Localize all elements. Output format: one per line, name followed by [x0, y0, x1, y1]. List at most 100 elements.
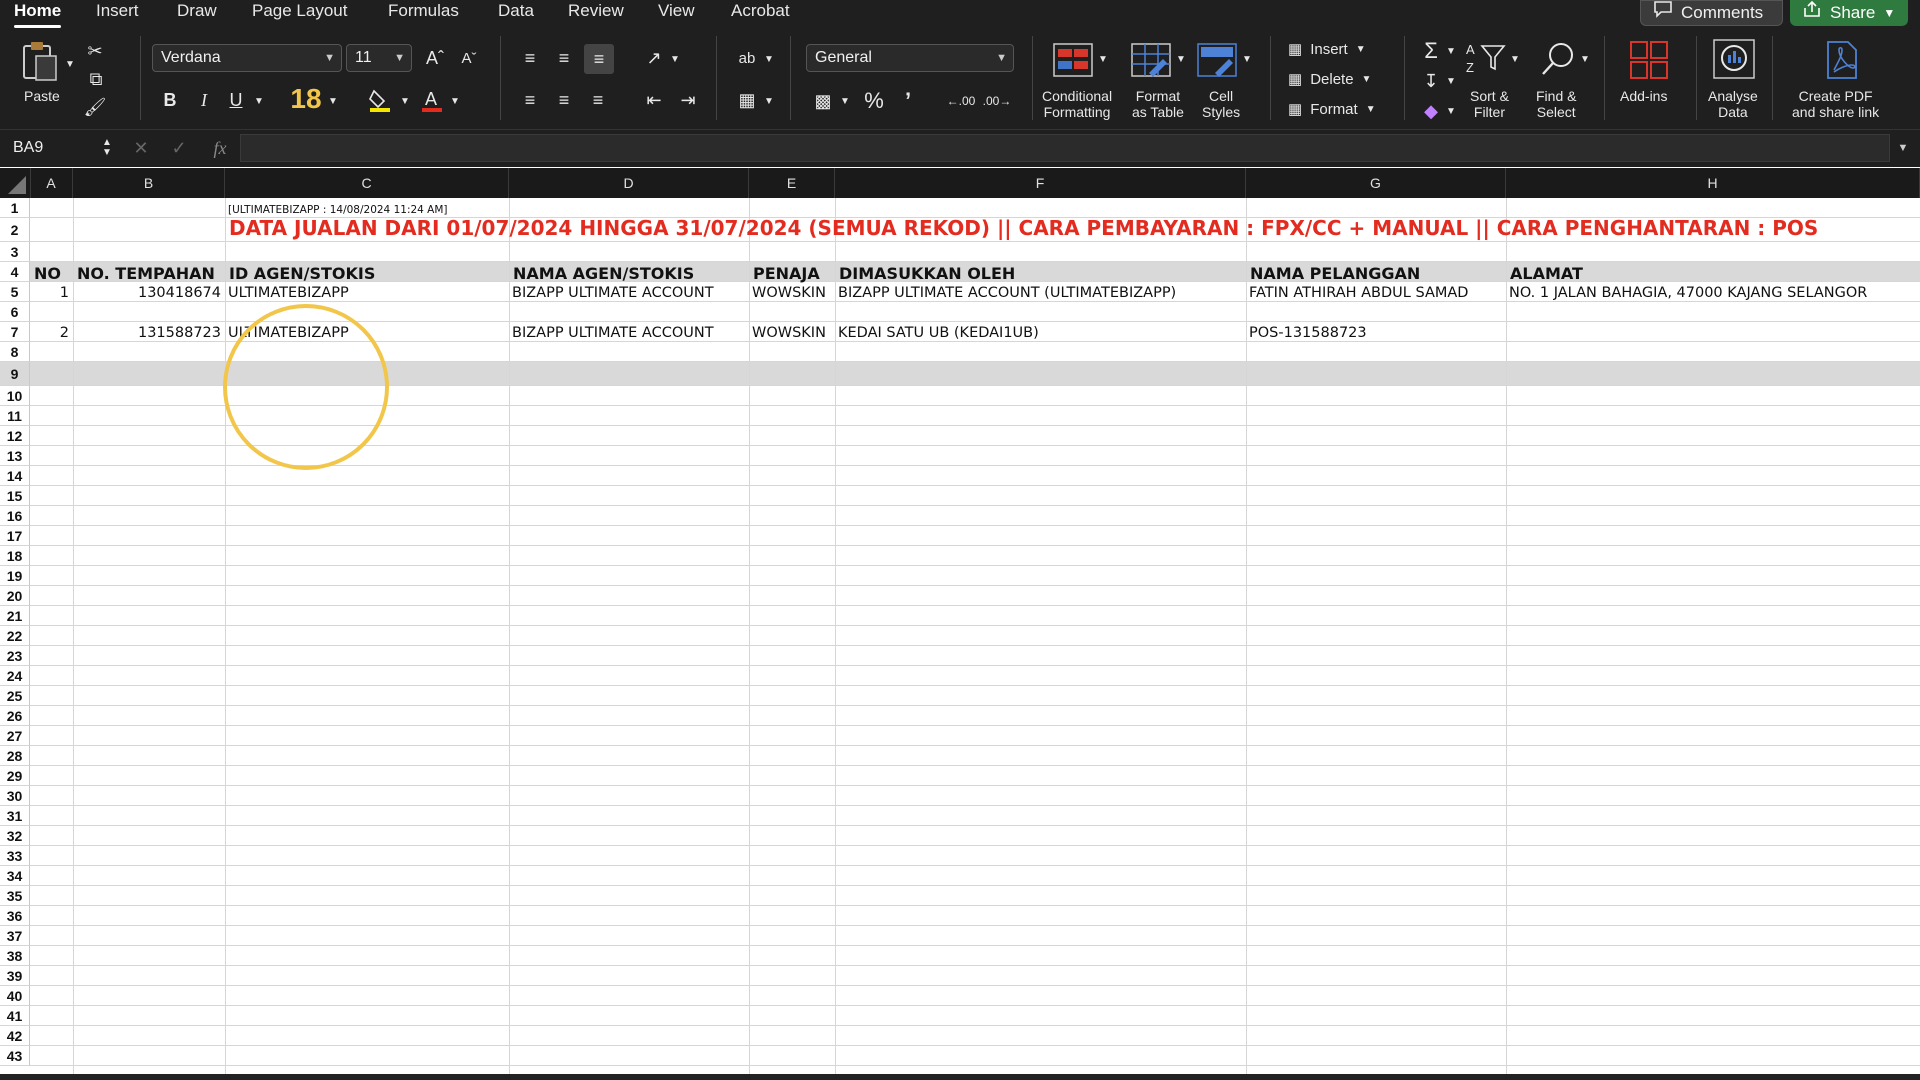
row-header-35[interactable]: 35: [0, 886, 30, 906]
decrease-decimal-icon[interactable]: .00→: [982, 88, 1012, 114]
column-header-f[interactable]: F: [835, 168, 1246, 198]
column-header-g[interactable]: G: [1246, 168, 1506, 198]
fill-color-icon[interactable]: [366, 86, 394, 114]
cell-sponsor[interactable]: WOWSKIN: [752, 323, 826, 343]
fill-dropdown-icon[interactable]: ▼: [1444, 74, 1458, 88]
create-pdf-icon[interactable]: [1822, 40, 1862, 80]
grid-row[interactable]: [30, 406, 1920, 426]
row-header-37[interactable]: 37: [0, 926, 30, 946]
grid-row[interactable]: [30, 666, 1920, 686]
paste-dropdown-icon[interactable]: ▼: [62, 56, 78, 72]
tab-data[interactable]: Data: [498, 0, 534, 24]
cell-entered-by[interactable]: BIZAPP ULTIMATE ACCOUNT (ULTIMATEBIZAPP): [838, 283, 1176, 303]
row-header-33[interactable]: 33: [0, 846, 30, 866]
row-header-21[interactable]: 21: [0, 606, 30, 626]
expand-formula-icon[interactable]: ▼: [1894, 135, 1912, 161]
row-header-30[interactable]: 30: [0, 786, 30, 806]
find-dropdown-icon[interactable]: ▼: [1578, 52, 1592, 66]
header-no[interactable]: NO: [34, 264, 61, 284]
tab-formulas[interactable]: Formulas: [388, 0, 459, 24]
tab-draw[interactable]: Draw: [177, 0, 217, 24]
row-header-34[interactable]: 34: [0, 866, 30, 886]
border-dropdown-icon[interactable]: ▼: [326, 94, 340, 108]
column-header-d[interactable]: D: [509, 168, 749, 198]
cell-agent-name[interactable]: BIZAPP ULTIMATE ACCOUNT: [512, 323, 714, 343]
comma-style-icon[interactable]: ’: [896, 88, 920, 114]
column-header-a[interactable]: A: [30, 168, 73, 198]
grid-row[interactable]: [30, 466, 1920, 486]
sort-dropdown-icon[interactable]: ▼: [1508, 52, 1522, 66]
orientation-icon[interactable]: ↗: [640, 44, 668, 72]
spreadsheet-grid[interactable]: A B C D E F G H 1 2 3 4 5 6 7 8 9 10 11 12 13 14 15 16 1…: [0, 168, 1920, 1080]
cell-styles-icon[interactable]: [1196, 42, 1238, 78]
formula-input[interactable]: [240, 134, 1890, 162]
grid-row[interactable]: [30, 526, 1920, 546]
grid-row[interactable]: [30, 606, 1920, 626]
grid-row[interactable]: [30, 826, 1920, 846]
cut-icon[interactable]: ✂: [84, 40, 106, 62]
tab-page-layout[interactable]: Page Layout: [252, 0, 347, 24]
row-header-18[interactable]: 18: [0, 546, 30, 566]
select-all-corner[interactable]: [0, 168, 31, 198]
cell-agent-name[interactable]: BIZAPP ULTIMATE ACCOUNT: [512, 283, 714, 303]
insert-function-icon[interactable]: fx: [206, 135, 234, 161]
grid-row[interactable]: [30, 302, 1920, 322]
bold-button[interactable]: B: [160, 88, 180, 112]
grid-row[interactable]: [30, 846, 1920, 866]
grid-row[interactable]: [30, 1046, 1920, 1066]
row-header-43[interactable]: 43: [0, 1046, 30, 1066]
cell-order-number[interactable]: 130418674: [73, 283, 221, 303]
orientation-dropdown-icon[interactable]: ▼: [668, 52, 682, 66]
fill-icon[interactable]: ↧: [1418, 68, 1444, 94]
grid-row[interactable]: [30, 966, 1920, 986]
decrease-indent-icon[interactable]: ⇤: [640, 86, 668, 114]
copy-icon[interactable]: ⧉: [82, 68, 110, 90]
font-color-icon[interactable]: A: [418, 86, 446, 114]
row-header-42[interactable]: 42: [0, 1026, 30, 1046]
cell-customer-name[interactable]: POS-131588723: [1249, 323, 1367, 343]
align-top-icon[interactable]: ≡: [516, 44, 544, 72]
row-header-26[interactable]: 26: [0, 706, 30, 726]
header-agent-name[interactable]: NAMA AGEN/STOKIS: [513, 264, 694, 284]
grid-row[interactable]: [30, 926, 1920, 946]
row-header-15[interactable]: 15: [0, 486, 30, 506]
header-sponsor[interactable]: PENAJA: [753, 264, 820, 284]
tab-insert[interactable]: Insert: [96, 0, 139, 24]
number-format-select[interactable]: General ▼: [806, 44, 1014, 72]
row-header-2[interactable]: 2: [0, 218, 30, 242]
row-header-31[interactable]: 31: [0, 806, 30, 826]
cell-order-number[interactable]: 131588723: [73, 323, 221, 343]
name-box-stepper[interactable]: ▲ ▼: [98, 135, 116, 161]
grid-row[interactable]: [30, 586, 1920, 606]
grid-row[interactable]: [30, 686, 1920, 706]
clear-dropdown-icon[interactable]: ▼: [1444, 104, 1458, 118]
row-header-12[interactable]: 12: [0, 426, 30, 446]
grid-row[interactable]: [30, 386, 1920, 406]
row-header-5[interactable]: 5: [0, 282, 30, 302]
grid-row[interactable]: [30, 786, 1920, 806]
autosum-icon[interactable]: Σ: [1418, 38, 1444, 64]
conditional-dropdown-icon[interactable]: ▼: [1096, 52, 1110, 66]
insert-cells-button[interactable]: ▦ Insert ▼: [1288, 40, 1366, 59]
column-header-b[interactable]: B: [73, 168, 225, 198]
row-header-20[interactable]: 20: [0, 586, 30, 606]
row-header-3[interactable]: 3: [0, 242, 30, 262]
analyse-data-icon[interactable]: [1712, 38, 1756, 80]
grid-row[interactable]: [30, 886, 1920, 906]
report-title[interactable]: DATA JUALAN DARI 01/07/2024 HINGGA 31/07…: [229, 218, 1818, 238]
row-header-16[interactable]: 16: [0, 506, 30, 526]
align-right-icon[interactable]: ≡: [584, 86, 612, 114]
tab-home[interactable]: Home: [14, 0, 62, 28]
decrease-font-icon[interactable]: Aˇ: [456, 44, 482, 72]
share-button[interactable]: Share ▼: [1790, 0, 1908, 26]
grid-row[interactable]: [30, 946, 1920, 966]
row-header-9[interactable]: 9: [0, 362, 30, 386]
font-size-select[interactable]: 11 ▼: [346, 44, 412, 72]
underline-button[interactable]: U: [226, 88, 246, 112]
cell-customer-name[interactable]: FATIN ATHIRAH ABDUL SAMAD: [1249, 283, 1468, 303]
grid-row[interactable]: [30, 866, 1920, 886]
row-header-17[interactable]: 17: [0, 526, 30, 546]
clear-icon[interactable]: ◆: [1418, 98, 1444, 124]
row-header-19[interactable]: 19: [0, 566, 30, 586]
column-header-h[interactable]: H: [1506, 168, 1920, 198]
